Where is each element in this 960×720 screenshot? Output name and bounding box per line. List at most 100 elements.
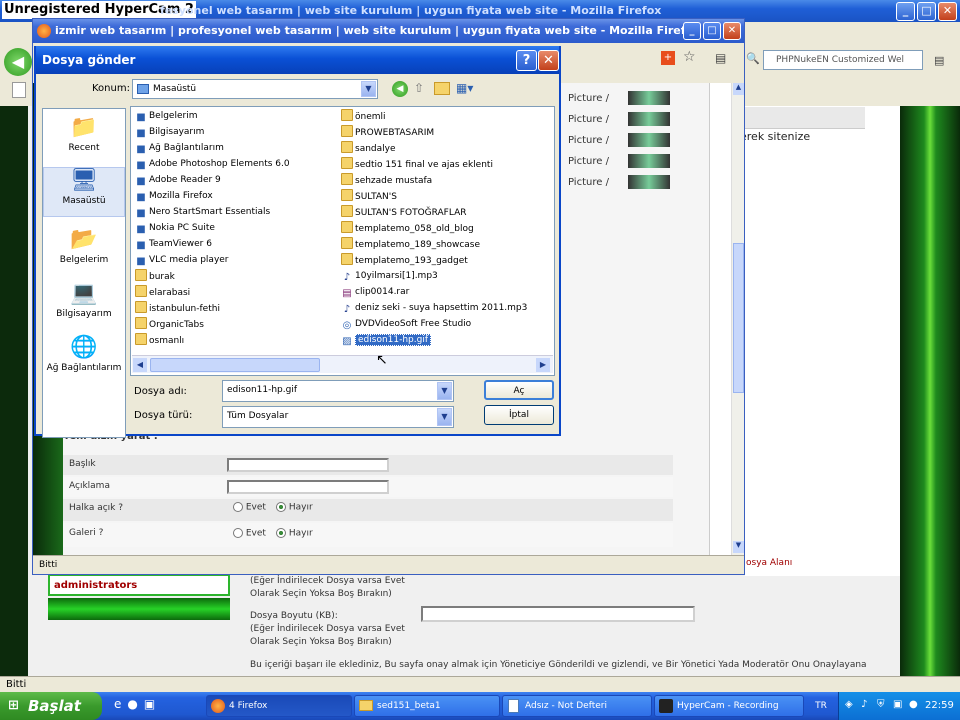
outer-close-button[interactable]: ✕ [938,2,957,21]
picture-thumbs-4[interactable] [628,154,670,168]
file-list[interactable]: ■ Belgelerim ■ Bilgisayarım ■ Ağ Bağlantıları… [130,106,555,376]
file-item[interactable]: ■ Bilgisayarım [135,125,204,140]
quicklaunch-ie-icon[interactable]: e [114,697,127,711]
task-notepad[interactable]: Adsız - Not Defteri [502,695,652,717]
file-item[interactable]: burak [135,269,175,284]
tray-misc-icon[interactable]: ▣ [893,699,902,710]
file-item[interactable]: ■ Adobe Photoshop Elements 6.0 [135,157,289,172]
file-item[interactable]: ◎ DVDVideoSoft Free Studio [341,317,472,332]
file-item[interactable]: ♪ deniz seki - suya hapsettim 2011.mp3 [341,301,528,316]
file-item[interactable]: OrganicTabs [135,317,204,332]
quick-launch[interactable]: e●▣ [114,697,200,715]
start-button[interactable]: ⊞ Başlat [0,692,102,720]
picture-thumbs-3[interactable] [628,133,670,147]
file-item[interactable]: templatemo_058_old_blog [341,221,474,236]
filename-dropdown-icon[interactable]: ▼ [437,382,452,400]
tray-security-icon[interactable]: ⛨ [877,699,885,710]
scroll-down-icon[interactable]: ▼ [733,541,744,553]
file-item[interactable]: SULTAN'S FOTOĞRAFLAR [341,205,466,220]
tray-volume-icon[interactable]: ♪ [861,699,867,710]
file-item[interactable]: ■ Nero StartSmart Essentials [135,205,270,220]
scroll-thumb[interactable] [733,243,744,393]
location-combo[interactable]: Masaüstü ▼ [132,79,378,99]
tray-record-icon[interactable]: ● [909,699,918,710]
firefox-menu-icon[interactable]: ▤ [715,51,726,65]
task-firefox[interactable]: 4 Firefox [206,695,352,717]
gallery-yes-radio[interactable] [233,528,243,538]
quicklaunch-firefox-icon[interactable]: ● [127,697,143,711]
up-folder-icon[interactable]: ⇧ [414,81,428,97]
file-list-hscrollbar[interactable]: ◀ ▶ [132,355,553,373]
dialog-close-button[interactable]: ✕ [538,50,559,71]
file-item[interactable]: ♪ 10yilmarsi[1].mp3 [341,269,438,284]
quicklaunch-show-desktop-icon[interactable]: ▣ [144,697,161,711]
outer-back-icon[interactable]: ◀ [4,48,32,76]
public-yes-radio[interactable] [233,502,243,512]
gallery-no-option[interactable]: Hayır [276,528,313,539]
public-no-radio[interactable] [276,502,286,512]
file-item[interactable]: ■ VLC media player [135,253,228,268]
location-dropdown-icon[interactable]: ▼ [361,81,376,97]
file-item[interactable]: osmanlı [135,333,184,348]
place-desktop[interactable]: 🖥 Masaüstü [43,167,125,217]
file-item[interactable]: ■ Mozilla Firefox [135,189,212,204]
file-item[interactable]: sehzade mustafa [341,173,432,188]
file-item[interactable]: SULTAN'S [341,189,397,204]
description-input[interactable] [227,480,389,494]
firefox-minimize-button[interactable]: _ [683,22,701,40]
back-icon[interactable]: ◀ [392,81,408,97]
outer-search-engine-icon[interactable]: 🔍 [746,52,760,66]
file-item[interactable]: istanbulun-fethi [135,301,220,316]
picture-thumbs-2[interactable] [628,112,670,126]
place-recent[interactable]: 📁 Recent [43,115,125,153]
picture-thumbs-1[interactable] [628,91,670,105]
gallery-no-radio[interactable] [276,528,286,538]
file-item[interactable]: sedtio 151 final ve ajas eklenti [341,157,493,172]
cancel-button[interactable]: İptal [484,405,554,425]
picture-thumbs-5[interactable] [628,175,670,189]
gallery-yes-option[interactable]: Evet [233,528,266,539]
filetype-combo[interactable]: Tüm Dosyalar ▼ [222,406,454,428]
file-item[interactable]: önemli [341,109,386,124]
file-item[interactable]: elarabasi [135,285,190,300]
title-input[interactable] [227,458,389,472]
file-item[interactable]: ▤ clip0014.rar [341,285,409,300]
tray-network-icon[interactable]: ◈ [845,699,853,710]
file-item[interactable]: ▨ edison11-hp.gif [341,333,432,348]
scroll-up-icon[interactable]: ▲ [733,83,744,95]
outer-menu-icon[interactable]: ▤ [934,54,948,67]
outer-minimize-button[interactable]: _ [896,2,915,21]
file-item[interactable]: templatemo_193_gadget [341,253,468,268]
add-icon[interactable]: + [661,51,675,65]
file-item[interactable]: templatemo_189_showcase [341,237,480,252]
file-item[interactable]: ■ Nokia PC Suite [135,221,215,236]
hscroll-thumb[interactable] [150,358,320,372]
file-item[interactable]: ■ TeamViewer 6 [135,237,212,252]
place-computer[interactable]: 💻 Bilgisayarım [43,281,125,319]
outer-maximize-button[interactable]: □ [917,2,936,21]
page-scrollbar[interactable]: ▲ ▼ [731,83,744,555]
outer-search-input[interactable]: PHPNukeEN Customized Wel [763,50,923,70]
new-folder-icon[interactable] [434,82,450,95]
language-indicator[interactable]: TR [806,697,836,715]
public-no-option[interactable]: Hayır [276,502,313,513]
help-button[interactable]: ? [516,50,537,71]
file-size-input[interactable] [421,606,695,622]
public-yes-option[interactable]: Evet [233,502,266,513]
place-network[interactable]: 🌐 Ağ Bağlantılarım [43,335,125,373]
file-item[interactable]: PROWEBTASARIM [341,125,434,140]
firefox-maximize-button[interactable]: □ [703,22,721,40]
file-item[interactable]: ■ Belgelerim [135,109,197,124]
filetype-dropdown-icon[interactable]: ▼ [437,408,452,426]
scroll-right-icon[interactable]: ▶ [536,358,550,372]
firefox-close-button[interactable]: ✕ [723,22,741,40]
file-item[interactable]: ■ Adobe Reader 9 [135,173,221,188]
task-hypercam[interactable]: HyperCam - Recording [654,695,804,717]
open-button[interactable]: Aç [484,380,554,400]
view-menu-icon[interactable]: ▦▾ [456,81,478,97]
filename-combo[interactable]: edison11-hp.gif ▼ [222,380,454,402]
file-item[interactable]: sandalye [341,141,396,156]
scroll-left-icon[interactable]: ◀ [133,358,147,372]
task-folder[interactable]: sed151_beta1 [354,695,500,717]
bookmark-star-icon[interactable]: ☆ [683,49,696,65]
